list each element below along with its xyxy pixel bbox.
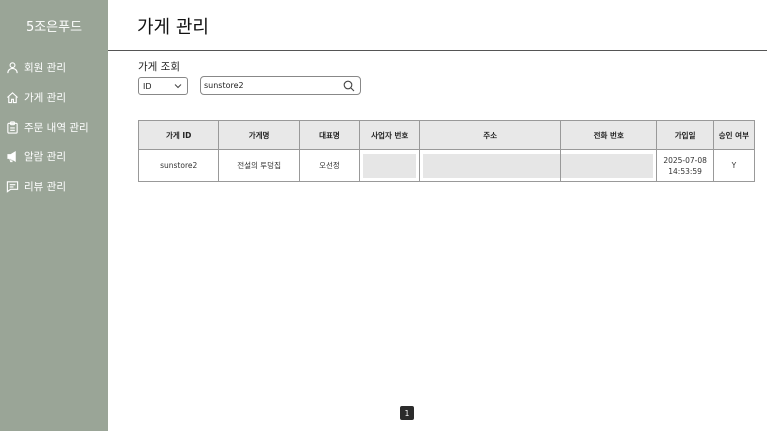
column-header-business-no: 사업자 번호 — [359, 120, 421, 150]
column-header-approved: 승인 여부 — [712, 120, 756, 150]
cell-address — [419, 149, 561, 182]
sidebar-item-label: 알람 관리 — [24, 150, 66, 163]
column-header-owner: 대표명 — [298, 120, 361, 150]
user-icon — [6, 61, 19, 74]
column-header-address: 주소 — [419, 120, 562, 150]
sidebar-item-stores[interactable]: 가게 관리 — [6, 87, 66, 107]
sidebar-item-label: 회원 관리 — [24, 61, 66, 74]
column-header-joined-date: 가입일 — [656, 120, 714, 150]
search-filter-select[interactable]: ID — [138, 77, 188, 95]
page-title: 가게 관리 — [137, 17, 209, 38]
search-filter-value: ID — [143, 81, 152, 91]
sidebar-item-alarms[interactable]: 알람 관리 — [6, 146, 66, 166]
column-header-phone: 전화 번호 — [560, 120, 658, 150]
pagination-page-button[interactable]: 1 — [400, 406, 414, 420]
cell-store-name: 전설의 투덩집 — [218, 149, 300, 182]
redacted-block — [363, 153, 417, 178]
joined-time: 14:53:59 — [668, 166, 702, 176]
cell-approved: Y — [712, 149, 756, 182]
cell-owner: 오선정 — [298, 149, 361, 182]
table-header-row: 가게 ID 가게명 대표명 사업자 번호 주소 전화 번호 가입일 승인 여부 — [137, 120, 756, 150]
clipboard-icon — [6, 120, 19, 134]
cell-business-no — [359, 149, 421, 182]
chat-icon — [6, 180, 19, 193]
cell-joined-date: 2025-07-08 14:53:59 — [656, 149, 714, 182]
cell-phone — [560, 149, 658, 182]
brand-logo[interactable]: 5조은푸드 — [0, 16, 108, 35]
column-header-store-id: 가게 ID — [137, 120, 220, 150]
column-header-store-name: 가게명 — [218, 120, 300, 150]
sidebar-item-label: 리뷰 관리 — [24, 180, 66, 193]
home-icon — [6, 91, 19, 104]
sidebar: 5조은푸드 회원 관리 가게 관리 주문 내역 관리 알람 관리 리뷰 관리 — [0, 0, 108, 431]
sidebar-item-label: 주문 내역 관리 — [24, 121, 89, 134]
chevron-down-icon — [174, 84, 182, 89]
sidebar-item-label: 가게 관리 — [24, 91, 66, 104]
joined-date: 2025-07-08 — [663, 155, 707, 165]
search-box — [200, 76, 361, 95]
megaphone-icon — [6, 150, 19, 163]
sidebar-item-orders[interactable]: 주문 내역 관리 — [6, 117, 89, 137]
sidebar-item-reviews[interactable]: 리뷰 관리 — [6, 176, 66, 196]
redacted-block — [561, 153, 654, 178]
redacted-block — [423, 153, 561, 178]
section-label: 가게 조회 — [138, 61, 180, 73]
title-divider — [108, 50, 767, 51]
store-table: 가게 ID 가게명 대표명 사업자 번호 주소 전화 번호 가입일 승인 여부 … — [137, 120, 756, 182]
search-icon[interactable] — [343, 80, 355, 92]
sidebar-item-members[interactable]: 회원 관리 — [6, 57, 66, 77]
table-row[interactable]: sunstore2 전설의 투덩집 오선정 2025-07-08 14:53:5… — [137, 149, 756, 182]
cell-store-id: sunstore2 — [137, 149, 220, 182]
search-input[interactable] — [204, 79, 339, 92]
